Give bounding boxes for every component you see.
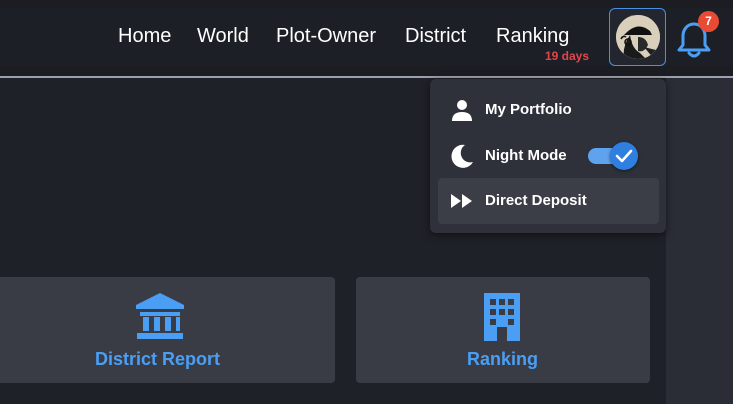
user-dropdown-menu: My Portfolio Night Mode Direct Deposit	[430, 79, 666, 233]
nav-home[interactable]: Home	[118, 25, 171, 48]
menu-item-my-portfolio[interactable]: My Portfolio	[438, 87, 659, 133]
moon-icon	[451, 144, 473, 168]
nav-world[interactable]: World	[197, 25, 249, 48]
menu-item-night-mode[interactable]: Night Mode	[438, 133, 659, 179]
menu-item-label: My Portfolio	[485, 101, 572, 118]
nav-plot-owner[interactable]: Plot-Owner	[276, 25, 376, 48]
notification-count-badge: 7	[698, 11, 719, 32]
menu-item-label: Night Mode	[485, 147, 567, 164]
bank-icon	[136, 293, 184, 339]
navbar-divider	[0, 76, 733, 78]
district-report-label: District Report	[95, 349, 221, 369]
top-navbar: Home World Plot-Owner District Ranking 1…	[0, 0, 733, 76]
detective-avatar-icon	[616, 15, 660, 59]
toggle-knob	[610, 142, 638, 170]
user-icon	[452, 100, 472, 121]
avatar	[616, 15, 660, 59]
check-icon	[615, 149, 633, 163]
ranking-card-label: Ranking	[467, 349, 539, 369]
night-mode-toggle[interactable]	[588, 142, 638, 170]
building-icon	[484, 293, 520, 341]
ranking-card[interactable]: Ranking	[356, 277, 650, 383]
nav-district[interactable]: District	[405, 25, 466, 48]
page: Home World Plot-Owner District Ranking 1…	[0, 0, 733, 404]
district-report-card[interactable]: District Report	[0, 277, 335, 383]
nav-ranking[interactable]: Ranking	[496, 25, 569, 48]
menu-item-direct-deposit[interactable]: Direct Deposit	[438, 178, 659, 224]
ranking-days-remaining: 19 days	[545, 49, 590, 63]
fast-forward-icon	[451, 194, 472, 208]
right-side-panel	[666, 78, 733, 404]
menu-item-label: Direct Deposit	[485, 192, 587, 209]
avatar-button[interactable]	[609, 8, 666, 66]
